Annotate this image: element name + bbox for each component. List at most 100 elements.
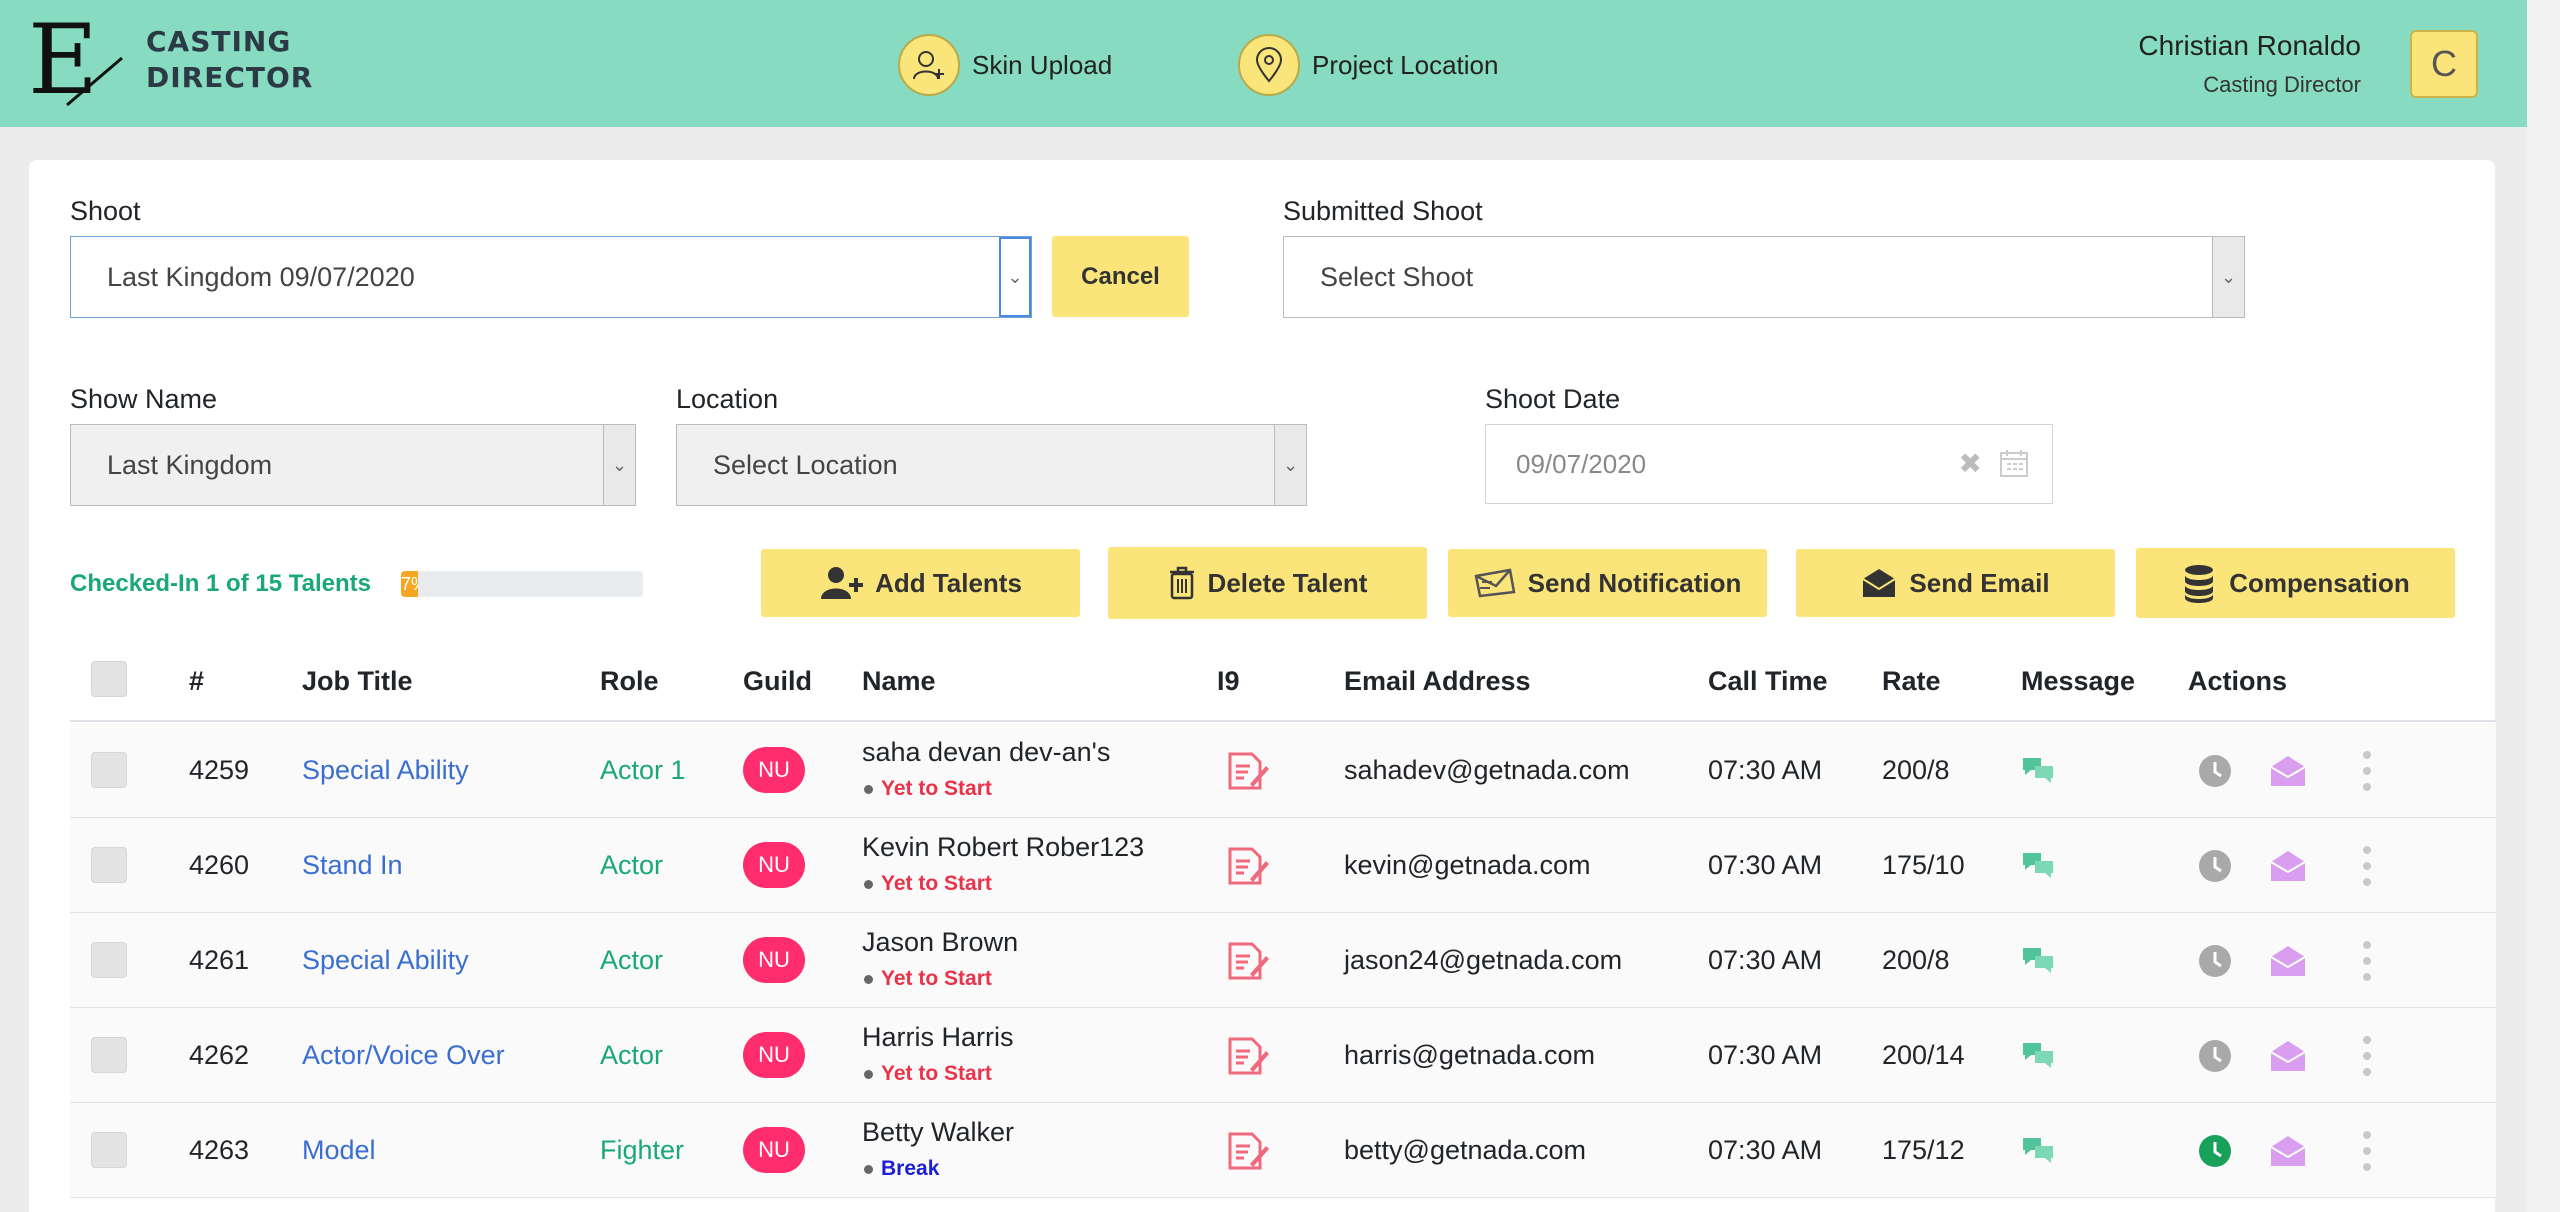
status-dot bbox=[864, 879, 873, 889]
location-label: Location bbox=[676, 384, 779, 414]
header-job-title[interactable]: Job Title bbox=[302, 666, 413, 697]
chat-bubbles-icon[interactable] bbox=[2021, 849, 2055, 879]
header-i9: I9 bbox=[1217, 666, 1240, 696]
nav-project-location[interactable]: Project Location bbox=[1238, 33, 1498, 97]
clock-icon[interactable] bbox=[2197, 753, 2233, 789]
chat-bubbles-icon[interactable] bbox=[2021, 944, 2055, 974]
send-email-button[interactable]: Send Email bbox=[1796, 549, 2115, 617]
row-number: 4260 bbox=[189, 850, 250, 880]
row-checkbox[interactable] bbox=[91, 1037, 127, 1073]
clock-icon[interactable] bbox=[2197, 943, 2233, 979]
envelope-open-icon[interactable] bbox=[2268, 943, 2308, 979]
row-status: Yet to Start bbox=[864, 872, 992, 896]
location-select[interactable]: Select Location ⌄ bbox=[676, 424, 1307, 506]
row-email: kevin@getnada.com bbox=[1344, 850, 1591, 880]
clear-icon[interactable]: ✖ bbox=[1959, 447, 1982, 480]
select-all-checkbox[interactable] bbox=[91, 661, 127, 697]
row-checkbox[interactable] bbox=[91, 847, 127, 883]
status-dot bbox=[864, 784, 873, 794]
envelope-open-icon[interactable] bbox=[2268, 848, 2308, 884]
chat-bubbles-icon[interactable] bbox=[2021, 1039, 2055, 1069]
row-checkbox[interactable] bbox=[91, 1132, 127, 1168]
more-vertical-icon[interactable] bbox=[2360, 844, 2374, 888]
header-role[interactable]: Role bbox=[600, 666, 659, 697]
row-talent-name[interactable]: saha devan dev-an's bbox=[862, 737, 1110, 768]
clock-icon[interactable] bbox=[2197, 848, 2233, 884]
avatar[interactable]: C bbox=[2410, 30, 2478, 98]
row-rate: 200/8 bbox=[1882, 755, 1950, 785]
row-status-label: Yet to Start bbox=[881, 1062, 992, 1085]
row-checkbox[interactable] bbox=[91, 942, 127, 978]
row-job-title[interactable]: Actor/Voice Over bbox=[302, 1040, 505, 1071]
row-call-time: 07:30 AM bbox=[1708, 755, 1823, 785]
table-row[interactable]: 4263 Model Fighter NU Betty Walker Break… bbox=[70, 1103, 2496, 1198]
location-value: Select Location bbox=[713, 449, 898, 480]
row-talent-name[interactable]: Jason Brown bbox=[862, 927, 1018, 958]
user-role: Casting Director bbox=[2203, 72, 2361, 97]
nav-skin-upload[interactable]: Skin Upload bbox=[898, 33, 1112, 97]
row-talent-name[interactable]: Kevin Robert Rober123 bbox=[862, 832, 1144, 863]
more-vertical-icon[interactable] bbox=[2360, 749, 2374, 793]
guild-badge: NU bbox=[743, 937, 805, 983]
table-row[interactable]: 4262 Actor/Voice Over Actor NU Harris Ha… bbox=[70, 1008, 2496, 1103]
delete-talent-button[interactable]: Delete Talent bbox=[1108, 547, 1427, 619]
i9-document-icon[interactable] bbox=[1226, 750, 1270, 792]
send-notification-button[interactable]: Send Notification bbox=[1448, 549, 1767, 617]
table-row[interactable]: 4261 Special Ability Actor NU Jason Brow… bbox=[70, 913, 2496, 1008]
more-vertical-icon[interactable] bbox=[2360, 939, 2374, 983]
shoot-select[interactable]: Last Kingdom 09/07/2020 ⌄ bbox=[70, 236, 1032, 318]
shoot-date-value: 09/07/2020 bbox=[1516, 448, 1647, 479]
row-job-title[interactable]: Special Ability bbox=[302, 755, 469, 786]
header-number: # bbox=[189, 666, 205, 696]
send-email-label: Send Email bbox=[1909, 567, 2050, 598]
i9-document-icon[interactable] bbox=[1226, 940, 1270, 982]
coins-stack-icon bbox=[2185, 565, 2214, 603]
show-name-value: Last Kingdom bbox=[107, 449, 273, 480]
row-role: Actor bbox=[600, 850, 664, 880]
table-header: # Job Title Role Guild Name I9 Email Add… bbox=[70, 640, 2496, 722]
header-guild[interactable]: Guild bbox=[743, 666, 812, 697]
row-rate: 175/12 bbox=[1882, 1135, 1965, 1165]
row-talent-name[interactable]: Harris Harris bbox=[862, 1022, 1014, 1053]
page-scrollbar[interactable] bbox=[2527, 0, 2560, 1212]
row-talent-name[interactable]: Betty Walker bbox=[862, 1117, 1014, 1148]
i9-document-icon[interactable] bbox=[1226, 1130, 1270, 1172]
chevron-down-icon[interactable]: ⌄ bbox=[2212, 237, 2244, 317]
i9-document-icon[interactable] bbox=[1226, 1035, 1270, 1077]
clock-icon[interactable] bbox=[2197, 1133, 2233, 1169]
row-rate: 200/14 bbox=[1882, 1040, 1965, 1070]
add-talents-button[interactable]: Add Talents bbox=[761, 549, 1080, 617]
envelope-open-icon[interactable] bbox=[2268, 1038, 2308, 1074]
shoot-date-input[interactable]: 09/07/2020 ✖ bbox=[1485, 424, 2053, 504]
row-rate: 175/10 bbox=[1882, 850, 1965, 880]
show-name-select[interactable]: Last Kingdom ⌄ bbox=[70, 424, 636, 506]
table-row[interactable]: 4260 Stand In Actor NU Kevin Robert Robe… bbox=[70, 818, 2496, 913]
row-job-title[interactable]: Model bbox=[302, 1135, 376, 1166]
row-checkbox[interactable] bbox=[91, 752, 127, 788]
more-vertical-icon[interactable] bbox=[2360, 1129, 2374, 1173]
header-email[interactable]: Email Address bbox=[1344, 666, 1531, 697]
row-status-label: Yet to Start bbox=[881, 872, 992, 895]
chat-bubbles-icon[interactable] bbox=[2021, 1134, 2055, 1164]
envelope-open-icon[interactable] bbox=[2268, 753, 2308, 789]
cancel-button[interactable]: Cancel bbox=[1052, 236, 1189, 317]
compensation-button[interactable]: Compensation bbox=[2136, 548, 2455, 618]
i9-document-icon[interactable] bbox=[1226, 845, 1270, 887]
header-call-time[interactable]: Call Time bbox=[1708, 666, 1828, 697]
logo-line2: DIRECTOR bbox=[146, 61, 314, 94]
header-name[interactable]: Name bbox=[862, 666, 936, 697]
clock-icon[interactable] bbox=[2197, 1038, 2233, 1074]
chat-bubbles-icon[interactable] bbox=[2021, 754, 2055, 784]
table-row[interactable]: 4259 Special Ability Actor 1 NU saha dev… bbox=[70, 723, 2496, 818]
header-rate[interactable]: Rate bbox=[1882, 666, 1941, 697]
submitted-shoot-select[interactable]: Select Shoot ⌄ bbox=[1283, 236, 2245, 318]
row-job-title[interactable]: Special Ability bbox=[302, 945, 469, 976]
envelope-open-icon[interactable] bbox=[2268, 1133, 2308, 1169]
map-pin-icon bbox=[1238, 34, 1300, 96]
calendar-icon[interactable] bbox=[1998, 447, 2030, 479]
row-number: 4263 bbox=[189, 1135, 250, 1165]
more-vertical-icon[interactable] bbox=[2360, 1034, 2374, 1078]
chevron-down-icon[interactable]: ⌄ bbox=[999, 237, 1031, 317]
row-job-title[interactable]: Stand In bbox=[302, 850, 403, 881]
row-number: 4259 bbox=[189, 755, 250, 785]
